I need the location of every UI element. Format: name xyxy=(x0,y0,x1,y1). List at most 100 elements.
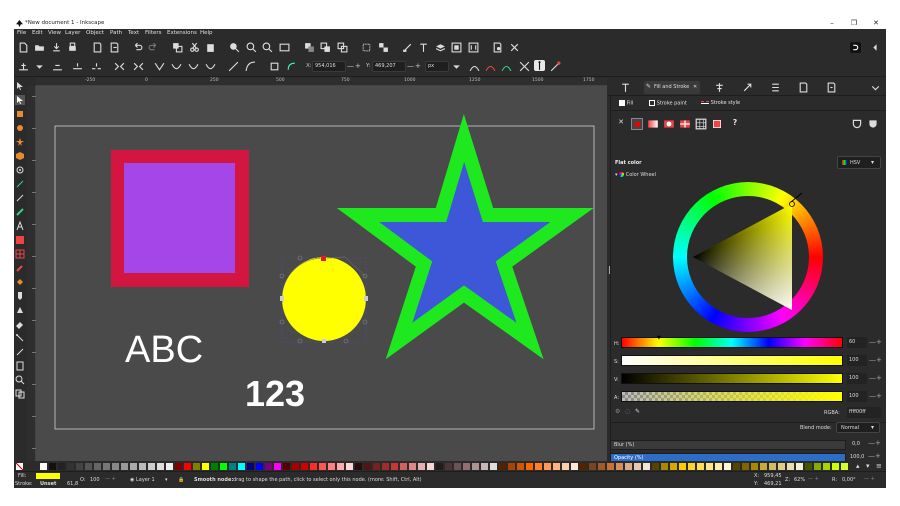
palette-swatch[interactable] xyxy=(571,463,578,470)
stroke-to-path-icon[interactable] xyxy=(286,61,297,72)
palette-swatch[interactable] xyxy=(76,463,83,470)
blur-stepper[interactable]: —+ xyxy=(868,439,881,447)
palette-swatch[interactable] xyxy=(634,463,641,470)
palette-swatch[interactable] xyxy=(148,463,155,470)
palette-swatch[interactable] xyxy=(166,463,173,470)
node-smooth-icon[interactable] xyxy=(171,61,182,72)
palette-swatch[interactable] xyxy=(589,463,596,470)
palette-swatch[interactable] xyxy=(841,463,848,470)
palette-swatch[interactable] xyxy=(103,463,110,470)
layer-eye-icon[interactable]: ◉ xyxy=(130,477,134,483)
palette-swatch[interactable] xyxy=(292,463,299,470)
palette-swatch[interactable] xyxy=(553,463,560,470)
menu-filters[interactable]: Filters xyxy=(145,30,162,36)
palette-swatch[interactable] xyxy=(121,463,128,470)
3d-box-tool-icon[interactable] xyxy=(15,151,25,161)
fill-stroke-icon[interactable] xyxy=(402,42,413,53)
delete-node-icon[interactable] xyxy=(52,61,63,72)
alpha-stepper[interactable]: —+ xyxy=(869,391,882,402)
palette-swatch[interactable] xyxy=(688,463,695,470)
node[interactable] xyxy=(364,296,368,301)
join-segment-icon[interactable] xyxy=(114,61,125,72)
color-managed-icon[interactable]: ⚙ xyxy=(615,408,620,415)
palette-swatch[interactable] xyxy=(517,463,524,470)
palette-swatch[interactable] xyxy=(139,463,146,470)
gradient-tool-icon[interactable] xyxy=(15,235,25,245)
blur-slider[interactable]: Blur (%) xyxy=(610,440,846,450)
palette-swatch[interactable] xyxy=(607,463,614,470)
page-view-tool-icon[interactable] xyxy=(15,389,25,399)
palette-swatch[interactable] xyxy=(706,463,713,470)
document-tab-icon[interactable] xyxy=(826,82,837,93)
transform-tab-icon[interactable] xyxy=(742,82,753,93)
stroke-width-value[interactable]: 61,8 xyxy=(67,481,78,487)
palette-swatch[interactable] xyxy=(364,463,371,470)
palette-swatch[interactable] xyxy=(328,463,335,470)
segment-curve-icon[interactable] xyxy=(245,61,256,72)
opacity-status-value[interactable]: 100 xyxy=(90,477,100,483)
palette-swatch[interactable] xyxy=(643,463,650,470)
redo-icon[interactable] xyxy=(148,42,159,53)
pattern-icon[interactable] xyxy=(695,118,707,130)
show-path-outline-icon[interactable] xyxy=(469,61,480,72)
transform-handles-icon[interactable] xyxy=(519,61,530,72)
palette-swatch[interactable] xyxy=(805,463,812,470)
palette-swatch[interactable] xyxy=(337,463,344,470)
no-paint-icon[interactable]: ✕ xyxy=(615,118,627,130)
rectangle-tool-icon[interactable] xyxy=(15,109,25,119)
swatch-icon[interactable] xyxy=(711,118,723,130)
zoom-value[interactable]: 62% xyxy=(794,477,805,483)
calligraphy-tool-icon[interactable] xyxy=(15,207,25,217)
tweak-tool-icon[interactable] xyxy=(15,291,25,301)
zoom-tool-icon[interactable] xyxy=(15,375,25,385)
align-distribute-icon[interactable] xyxy=(468,42,479,53)
opacity-status-stepper[interactable]: — + xyxy=(105,476,116,482)
pages-tool-icon[interactable] xyxy=(15,361,25,371)
zoom-selection-icon[interactable] xyxy=(229,42,240,53)
canvas-svg[interactable]: ABC 123 xyxy=(36,86,607,461)
menu-extensions[interactable]: Extensions xyxy=(167,30,197,36)
text-font-tab-icon[interactable] xyxy=(620,82,631,93)
unlink-clone-icon[interactable] xyxy=(337,42,348,53)
palette-swatch[interactable] xyxy=(40,463,47,470)
palette-swatch[interactable] xyxy=(814,463,821,470)
palette-swatch[interactable] xyxy=(454,463,461,470)
star-tool-icon[interactable] xyxy=(15,137,25,147)
rgba-input[interactable]: ffff00ff xyxy=(847,407,881,418)
palette-swatch[interactable] xyxy=(418,463,425,470)
palette-swatch[interactable] xyxy=(319,463,326,470)
palette-swatch[interactable] xyxy=(616,463,623,470)
tab-stroke-paint[interactable]: Stroke paint xyxy=(649,100,687,107)
bezier-handle[interactable] xyxy=(343,338,349,344)
palette-swatch[interactable] xyxy=(445,463,452,470)
palette-swatch[interactable] xyxy=(769,463,776,470)
rotation-value[interactable]: 0,00° xyxy=(842,477,856,483)
palette-swatch[interactable] xyxy=(58,463,65,470)
palette-swatch[interactable] xyxy=(796,463,803,470)
palette-swatch[interactable] xyxy=(778,463,785,470)
fill-rule-nonzero-icon[interactable] xyxy=(867,118,879,130)
selector-tool-icon[interactable] xyxy=(15,81,25,91)
fill-rule-evenodd-icon[interactable] xyxy=(851,118,863,130)
palette-swatch[interactable] xyxy=(544,463,551,470)
palette-swatch[interactable] xyxy=(427,463,434,470)
node-symmetric-icon[interactable] xyxy=(188,61,199,72)
unit-select[interactable]: px xyxy=(425,61,449,72)
paint-bucket-tool-icon[interactable] xyxy=(15,277,25,287)
flat-color-button[interactable] xyxy=(631,118,643,130)
hue-value[interactable]: 60 xyxy=(847,337,867,348)
square-inner[interactable] xyxy=(124,163,235,273)
hue-indicator[interactable] xyxy=(790,192,803,203)
palette-swatch[interactable] xyxy=(238,463,245,470)
objects-tab-icon[interactable] xyxy=(770,82,781,93)
palette-swatch[interactable] xyxy=(391,463,398,470)
object-to-path-icon[interactable] xyxy=(269,61,280,72)
bezier-tool-icon[interactable] xyxy=(15,179,25,189)
color-mode-select[interactable]: HSV ▾ xyxy=(837,156,881,169)
palette-swatch[interactable] xyxy=(157,463,164,470)
mesh-tool-icon[interactable] xyxy=(15,249,25,259)
dropdown-icon[interactable] xyxy=(34,61,45,72)
palette-swatch[interactable] xyxy=(751,463,758,470)
cut-icon[interactable] xyxy=(189,42,200,53)
color-triangle[interactable] xyxy=(673,182,823,332)
